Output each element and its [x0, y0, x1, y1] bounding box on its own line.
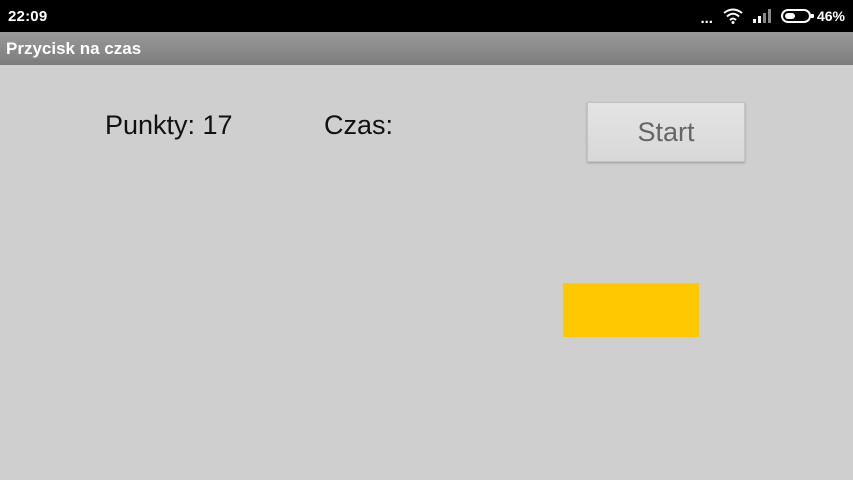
- score-label: Punkty: 17: [105, 110, 233, 140]
- battery-tip: [810, 14, 814, 18]
- wifi-icon: [723, 8, 743, 24]
- time-label: Czas:: [324, 110, 394, 140]
- status-time: 22:09: [8, 8, 48, 25]
- app-screen: 22:09 ... 46% Przycisk na czas Punkty: 1…: [0, 0, 853, 480]
- battery-fill: [784, 13, 795, 19]
- signal-icon: [752, 9, 771, 23]
- action-bar: Przycisk na czas: [0, 32, 853, 65]
- battery-icon: [780, 9, 814, 23]
- start-button[interactable]: Start: [587, 102, 745, 162]
- app-title: Przycisk na czas: [6, 39, 142, 58]
- status-icons: ... 46%: [700, 0, 845, 32]
- battery-percent: 46%: [816, 8, 845, 24]
- battery-indicator: 46%: [780, 8, 845, 24]
- target-button[interactable]: [563, 283, 699, 337]
- status-bar: 22:09 ... 46%: [0, 0, 853, 32]
- more-dots-icon: ...: [700, 9, 713, 27]
